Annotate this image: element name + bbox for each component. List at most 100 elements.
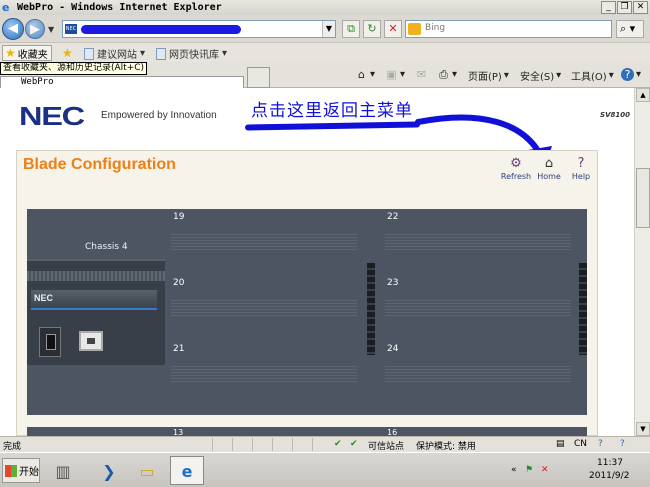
history-dropdown-icon[interactable]: ▼ (48, 25, 54, 34)
house-icon: ⌂ (358, 68, 365, 81)
clock-time[interactable]: 11:37 (597, 458, 623, 468)
panel-title: Blade Configuration (23, 156, 176, 173)
slot-vents (171, 298, 357, 318)
scroll-up-icon[interactable]: ▲ (636, 88, 650, 102)
url-input[interactable]: NEC ▼ (62, 20, 336, 38)
restore-button[interactable]: ❐ (617, 1, 632, 14)
slot-vents (171, 232, 357, 252)
compatibility-icon[interactable]: ⧉ (342, 20, 360, 38)
taskbar: 开始 ▥ ❯ ▭ e « ⚑ ✕ 11:37 2011/9/2 (0, 452, 650, 487)
slot-number: 21 (173, 344, 185, 354)
help-label: Help (571, 172, 591, 181)
server-manager-icon[interactable]: ▥ (46, 456, 80, 485)
safety-menu[interactable]: 安全(S) ▾ (520, 68, 561, 83)
tools-menu[interactable]: 工具(O) ▾ (571, 68, 614, 83)
led-strip-left (367, 263, 375, 355)
blade-slot-20[interactable]: 20 (168, 275, 364, 345)
ime-icon[interactable]: ▤ (556, 439, 565, 449)
clock-date[interactable]: 2011/9/2 (589, 471, 629, 481)
search-placeholder: Bing (425, 23, 446, 33)
chevron-down-icon: ▾ (140, 48, 146, 59)
nec-logo: NEC (19, 101, 85, 131)
tools-menu-label: 工具(O) (571, 72, 607, 83)
vent-stripe (27, 271, 165, 281)
page-menu[interactable]: 页面(P) ▾ (468, 68, 509, 83)
forward-button[interactable]: ▶ (25, 19, 45, 39)
status-cell (272, 438, 292, 451)
print-button[interactable]: ⎙ ▾ (437, 68, 457, 81)
address-bar: ◀ ▶ ▼ NEC ▼ ⧉ ↻ ✕ Bing ⌕ ▾ (0, 15, 650, 42)
blade-slot-23[interactable]: 23 (382, 275, 578, 345)
home-toolbar-button[interactable]: ⌂ ▾ (355, 68, 375, 81)
input-lang[interactable]: CN (574, 439, 587, 449)
home-label: Home (537, 172, 561, 181)
search-button[interactable]: ⌕ ▾ (616, 20, 644, 38)
refresh-label: Refresh (500, 172, 532, 181)
add-favorite-icon[interactable]: ★ (62, 46, 73, 60)
tray-expand-icon[interactable]: « (511, 465, 517, 475)
slot-number: 16 (387, 428, 398, 436)
refresh-page-icon[interactable]: ↻ (363, 20, 381, 38)
bing-icon (408, 23, 421, 35)
start-label: 开始 (19, 467, 39, 478)
mail-button[interactable]: ✉ (415, 68, 428, 81)
slot-number: 23 (387, 278, 399, 288)
status-text: 完成 (3, 442, 22, 452)
status-cell (312, 438, 332, 451)
back-button[interactable]: ◀ (2, 18, 24, 40)
safety-menu-label: 安全(S) (520, 72, 555, 83)
chassis-brand: NEC (31, 290, 157, 310)
slot-number: 22 (387, 212, 399, 222)
page-content: NEC Empowered by Innovation SV8100 点击这里返… (0, 88, 634, 436)
tab-webpro[interactable]: WebPro (0, 76, 244, 88)
ie-taskbar-icon[interactable]: e (170, 456, 204, 485)
slot-vents (385, 364, 571, 384)
system-tray: « ⚑ ✕ 11:37 2011/9/2 (503, 456, 648, 485)
blade-slot-21[interactable]: 21 (168, 341, 364, 411)
slot-vents (385, 298, 571, 318)
blade-config-panel: Blade Configuration ⚙ Refresh ⌂ Home ? H… (16, 150, 598, 436)
rss-icon: ▣ (386, 68, 397, 81)
new-tab-button[interactable] (247, 67, 270, 88)
slot-number: 13 (173, 428, 184, 436)
led-strip-right (579, 263, 587, 355)
vertical-scrollbar[interactable]: ▲ ▼ (634, 88, 650, 436)
powershell-icon[interactable]: ❯ (92, 456, 126, 485)
stop-icon[interactable]: ✕ (384, 20, 402, 38)
title-bar: e WebPro - Windows Internet Explorer _ ❐… (0, 0, 650, 15)
url-dropdown-icon[interactable]: ▼ (322, 21, 335, 37)
start-button[interactable]: 开始 (2, 458, 40, 483)
status-bar: 完成 ✔ ✔ 可信站点 保护模式: 禁用 ▤ CN ? ? (0, 436, 650, 452)
scroll-down-icon[interactable]: ▼ (636, 422, 650, 436)
close-button[interactable]: ✕ (633, 1, 648, 14)
feeds-button[interactable]: ▣ ▾ (385, 68, 405, 81)
status-help-icon[interactable]: ? (598, 439, 603, 449)
minimize-button[interactable]: _ (601, 1, 616, 14)
favorite-web-slice[interactable]: 网页快讯库 ▾ (156, 46, 227, 61)
annotation-underline (244, 121, 421, 131)
chassis-front-panel: NEC (27, 259, 165, 365)
network-icon[interactable]: ⚑ (525, 465, 533, 475)
blade-slot-19[interactable]: 19 (168, 209, 364, 279)
blade-slot-22[interactable]: 22 (382, 209, 578, 279)
scroll-thumb[interactable] (636, 168, 650, 228)
network-port (79, 331, 103, 351)
favorites-button[interactable]: ★ 收藏夹 (2, 45, 52, 61)
search-input[interactable]: Bing (405, 20, 612, 38)
help-menu[interactable]: ? ▾ (621, 68, 641, 81)
blade-slot-24[interactable]: 24 (382, 341, 578, 411)
annotation-text: 点击这里返回主菜单 (251, 101, 413, 121)
slot-number: 24 (387, 344, 399, 354)
printer-icon: ⎙ (439, 68, 448, 81)
help-button[interactable]: ? Help (562, 156, 600, 181)
ie-logo-icon: e (2, 0, 10, 14)
favorite-suggested-sites[interactable]: 建议网站 ▾ (84, 46, 145, 61)
power-switch[interactable] (39, 327, 61, 357)
explorer-folder-icon[interactable]: ▭ (130, 456, 164, 485)
add-star-icon: ★ (62, 46, 73, 60)
status-cell (292, 438, 312, 451)
volume-icon[interactable]: ✕ (541, 465, 549, 475)
slot-number: 20 (173, 278, 185, 288)
status-help2-icon[interactable]: ? (620, 439, 625, 449)
page-icon (84, 47, 94, 60)
